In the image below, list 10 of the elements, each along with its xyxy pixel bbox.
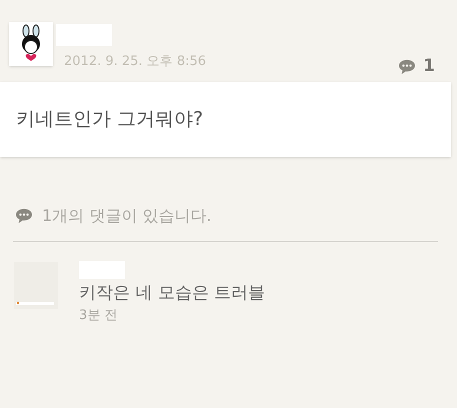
comment-time: 3분 전 [79,307,118,325]
comment-text: 키작은 네 모습은 트러블 [79,282,266,304]
speech-bubble-icon [15,208,33,224]
comment-count: 1 [423,55,435,78]
post-date: 2012. 9. 25. 오후 8:56 [64,53,206,71]
comment-count-heading: 1개의 댓글이 있습니다. [42,205,212,227]
avatar-drawing [9,22,53,66]
post-body: 키네트인가 그거뭐야? [16,107,204,132]
speech-bubble-icon [398,58,416,75]
avatar-drawing [14,262,58,309]
